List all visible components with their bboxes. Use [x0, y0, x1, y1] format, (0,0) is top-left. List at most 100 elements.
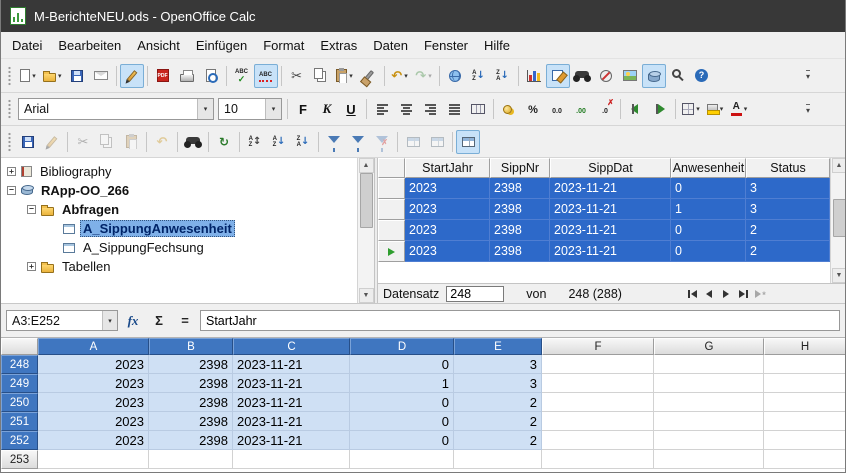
expand-icon[interactable] [7, 167, 16, 176]
sheet-cell[interactable]: 2398 [149, 374, 233, 393]
sheet-cell[interactable]: 2023 [38, 431, 149, 450]
record-selector[interactable] [378, 241, 405, 262]
sheet-cell[interactable] [542, 431, 654, 450]
record-selector-header[interactable] [378, 158, 405, 178]
record-cell[interactable]: 2023 [405, 178, 490, 199]
record-column-header[interactable]: StartJahr [405, 158, 490, 178]
sheet-cell[interactable] [542, 393, 654, 412]
record-cell[interactable]: 0 [671, 241, 746, 262]
record-column-header[interactable]: SippNr [490, 158, 550, 178]
sheet-cell[interactable] [764, 412, 845, 431]
function-button[interactable]: = [174, 310, 196, 332]
first-record-button[interactable] [684, 286, 701, 301]
record-column-header[interactable]: Status [746, 158, 830, 178]
sheet-cell[interactable] [542, 450, 654, 469]
sheet-cell[interactable] [764, 374, 845, 393]
row-header[interactable]: 253 [1, 450, 38, 469]
align-left-button[interactable] [370, 97, 394, 121]
collapse-icon[interactable] [7, 186, 16, 195]
sheet-cell[interactable] [542, 374, 654, 393]
data-sources-button[interactable] [642, 64, 666, 88]
align-center-button[interactable] [394, 97, 418, 121]
sheet-cell[interactable]: 2023-11-21 [233, 393, 350, 412]
row-header[interactable]: 249 [1, 374, 38, 393]
add-decimal-button[interactable] [569, 97, 593, 121]
column-header[interactable]: D [350, 338, 454, 355]
column-header[interactable]: B [149, 338, 233, 355]
standard-format-button[interactable] [545, 97, 569, 121]
record-column-header[interactable]: SippDat [550, 158, 671, 178]
record-cell[interactable]: 2398 [490, 220, 550, 241]
font-size-combo[interactable]: 10 [218, 98, 282, 120]
row-header[interactable]: 251 [1, 412, 38, 431]
sheet-cell[interactable] [654, 393, 764, 412]
sheet-cell[interactable] [542, 355, 654, 374]
sheet-cell[interactable]: 0 [350, 412, 454, 431]
sheet-cell[interactable]: 3 [454, 355, 542, 374]
menu-bearbeiten[interactable]: Bearbeiten [50, 35, 129, 56]
column-header[interactable]: H [764, 338, 845, 355]
sort-ascending-button[interactable] [267, 130, 291, 154]
sheet-cell[interactable] [149, 450, 233, 469]
row-header[interactable]: 252 [1, 431, 38, 450]
menu-ansicht[interactable]: Ansicht [129, 35, 188, 56]
pdf-export-button[interactable] [151, 64, 175, 88]
edit-mode-button[interactable] [120, 64, 144, 88]
refresh-button[interactable] [212, 130, 236, 154]
column-header[interactable]: E [454, 338, 542, 355]
record-cell[interactable]: 3 [746, 178, 830, 199]
record-cell[interactable]: 2023 [405, 220, 490, 241]
column-header[interactable]: C [233, 338, 350, 355]
underline-button[interactable]: U [339, 97, 363, 121]
tree-item-database[interactable]: RApp-OO_266 [1, 181, 357, 200]
input-line[interactable] [200, 310, 840, 331]
sheet-cell[interactable] [764, 393, 845, 412]
delete-decimal-button[interactable] [593, 97, 617, 121]
menu-daten[interactable]: Daten [365, 35, 416, 56]
record-cell[interactable]: 1 [671, 199, 746, 220]
sheet-cell[interactable] [350, 450, 454, 469]
find-replace-button[interactable] [570, 64, 594, 88]
explorer-scrollbar[interactable]: ▲ ▼ [357, 158, 374, 303]
chevron-down-icon[interactable] [102, 311, 117, 330]
new-document-button[interactable] [16, 64, 40, 88]
column-header[interactable]: G [654, 338, 764, 355]
merge-cells-button[interactable] [466, 97, 490, 121]
sheet-cell[interactable]: 2398 [149, 393, 233, 412]
sheet-cell[interactable]: 2398 [149, 355, 233, 374]
cut-button[interactable] [285, 64, 309, 88]
sheet-cell[interactable] [764, 431, 845, 450]
bold-button[interactable]: F [291, 97, 315, 121]
email-button[interactable] [89, 64, 113, 88]
sheet-cell[interactable]: 2023 [38, 393, 149, 412]
toolbar-grip[interactable] [7, 132, 12, 152]
tree-item-query-anwesenheit[interactable]: A_SippungAnwesenheit [1, 219, 357, 238]
sheet-cell[interactable]: 0 [350, 355, 454, 374]
chevron-down-icon[interactable] [197, 99, 213, 119]
scrollbar-thumb[interactable] [360, 173, 373, 228]
record-cell[interactable]: 0 [671, 220, 746, 241]
sheet-cell[interactable]: 1 [350, 374, 454, 393]
sheet-cell[interactable]: 0 [350, 393, 454, 412]
edit-data-button[interactable] [40, 130, 64, 154]
sheet-cell[interactable]: 2023-11-21 [233, 431, 350, 450]
sheet-cell[interactable] [38, 450, 149, 469]
remove-filter-button[interactable]: ✗ [370, 130, 394, 154]
cut-button[interactable] [71, 130, 95, 154]
tree-item-bibliography[interactable]: Bibliography [1, 162, 357, 181]
record-selector[interactable] [378, 199, 405, 220]
menu-datei[interactable]: Datei [4, 35, 50, 56]
align-justify-button[interactable] [442, 97, 466, 121]
row-header[interactable]: 248 [1, 355, 38, 374]
toolbar-grip[interactable] [7, 66, 12, 86]
sheet-cell[interactable] [764, 355, 845, 374]
copy-button[interactable] [95, 130, 119, 154]
record-number-input[interactable] [446, 286, 504, 302]
menu-einfuegen[interactable]: Einfügen [188, 35, 255, 56]
menu-extras[interactable]: Extras [312, 35, 365, 56]
sheet-cell[interactable]: 2 [454, 412, 542, 431]
draw-functions-button[interactable] [546, 64, 570, 88]
toolbar-options-button[interactable] [801, 67, 815, 85]
sheet-cell[interactable] [654, 374, 764, 393]
select-all-corner[interactable] [1, 338, 38, 355]
